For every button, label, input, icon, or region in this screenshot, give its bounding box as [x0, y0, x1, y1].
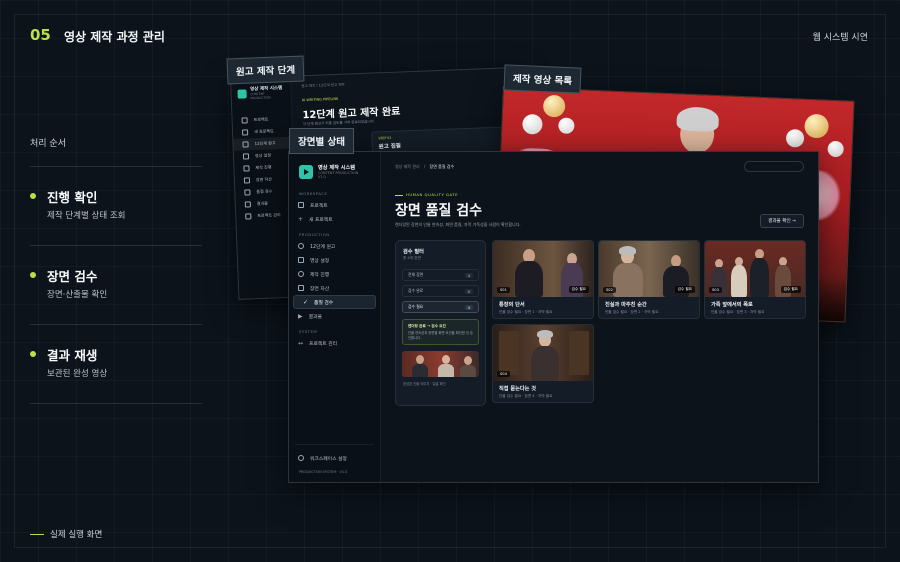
review-note: 렌더링 완료 → 검수 요건 인물 연속성과 장면별 화면 요건을 확인한 뒤 … — [402, 319, 479, 346]
page-desc: 렌더링된 장면의 인물 연속성, 화면 품질, 자막 가독성을 사람이 확인합니… — [395, 222, 521, 227]
sidebar-item-video-settings[interactable]: 영상 설정 — [289, 253, 380, 267]
eyebrow: HUMAN QUALITY GATE — [395, 192, 458, 197]
scene-meta: 인물 검수 필요 · 장면 3 · 자막 필요 — [711, 310, 765, 314]
sidebar-item-new-project[interactable]: + 새 프로젝트 — [289, 212, 380, 226]
section-number: 05 — [30, 26, 51, 44]
section-production: PRODUCTION — [299, 232, 330, 237]
process-step-1: 진행 확인 제작 단계별 상태 조회 — [30, 187, 202, 227]
sidebar: 영상 제작 시스템 CONTENT PRODUCTION V1.0 WORKSP… — [289, 152, 381, 482]
grid-icon — [298, 202, 304, 208]
sidebar-item-script[interactable]: 12단계 원고 — [289, 239, 380, 253]
page-title: 12단계 원고 제작 완료 — [302, 106, 401, 122]
sidebar-item-progress[interactable]: 제작 진행 — [289, 267, 380, 281]
divider — [30, 403, 202, 404]
sidebar-item[interactable]: 프로젝트 관리 — [236, 209, 295, 223]
image-icon — [298, 285, 304, 291]
view-results-button[interactable]: 결과물 확인 → — [760, 214, 804, 228]
scene-card[interactable]: S01 검수 필요 통장의 단서 인물 검수 필요 · 장면 1 · 자막 필요 — [492, 240, 594, 319]
gear-icon — [298, 455, 304, 461]
progress-icon — [298, 271, 304, 277]
scene-thumbnail: S01 검수 필요 — [493, 241, 593, 297]
scene-thumbnail: S04 — [493, 325, 593, 381]
app-version: V1.0 — [318, 175, 326, 179]
step-desc: 보관된 완성 영상 — [47, 369, 108, 379]
footer-caption: 실제 실행 화면 — [30, 528, 102, 540]
process-step-3: 결과 재생 보관된 완성 영상 — [30, 345, 202, 385]
scene-card[interactable]: S03 검수 필요 가족 앞에서의 폭로 인물 검수 필요 · 장면 3 · 자… — [704, 240, 806, 319]
demo-label: 웹 시스템 시연 — [812, 33, 868, 43]
preview-caption: 완성본 인물 이미지 · 일괄 확인 — [403, 382, 446, 387]
sidebar-item-assets[interactable]: 장면 자산 — [289, 281, 380, 295]
filter-subtitle: 총 4개 장면 — [403, 256, 421, 260]
breadcrumb-item[interactable]: 영상 제작 관리 — [395, 164, 420, 169]
scene-title: 통장의 단서 — [499, 302, 525, 308]
step-desc: 제작 단계별 상태 조회 — [47, 211, 126, 221]
section-workspace: WORKSPACE — [299, 191, 328, 196]
section-title: 영상 제작 과정 관리 — [64, 30, 165, 44]
filter-option-done[interactable]: 검수 완료 0 — [402, 285, 479, 297]
step-title: 장면 검수 — [47, 269, 98, 284]
sidebar-item-project-admin[interactable]: ↔ 프로젝트 관리 — [289, 336, 380, 350]
page-title: 장면 품질 검수 — [395, 203, 483, 219]
section-system: SYSTEM — [299, 329, 318, 334]
divider — [30, 324, 202, 325]
filter-option-needed[interactable]: 검수 필요 4 — [402, 301, 479, 313]
plus-icon: + — [298, 215, 304, 223]
scene-meta: 인물 검수 필요 · 장면 2 · 자막 필요 — [605, 310, 659, 314]
system-version: PRODUCTION SYSTEM · V1.0 — [299, 470, 348, 474]
scene-status-label: 장면별 상태 — [289, 128, 355, 154]
footer-label: 실제 실행 화면 — [50, 530, 103, 540]
app-name: 영상 제작 시스템 — [318, 165, 356, 171]
step-desc: 장면·산출물 확인 — [47, 290, 108, 300]
eyebrow: AI WRITING PIPELINE — [301, 96, 339, 103]
draft-screenshot-label: 원고 제작 단계 — [226, 55, 305, 85]
divider — [30, 166, 202, 167]
process-label: 처리 순서 — [30, 139, 66, 149]
settings-icon — [298, 257, 304, 263]
bullet-dot — [30, 272, 36, 278]
bullet-dot — [30, 193, 36, 199]
scene-meta: 인물 검수 필요 · 장면 1 · 자막 필요 — [499, 310, 553, 314]
preview-image — [402, 351, 479, 378]
scene-card[interactable]: S04 직접 묻는다는 것 인물 검수 필요 · 장면 4 · 자막 필요 — [492, 324, 594, 403]
video-list-label: 제작 영상 목록 — [503, 64, 582, 94]
scene-thumbnail: S02 검수 필요 — [599, 241, 699, 297]
search-input[interactable] — [744, 161, 804, 172]
filter-option-all[interactable]: 전체 장면 4 — [402, 269, 479, 281]
breadcrumb: 원고 제작 / 12단계 원고 제작 — [301, 82, 345, 89]
process-step-2: 장면 검수 장면·산출물 확인 — [30, 266, 202, 306]
footer-line — [30, 533, 44, 536]
step-title: 결과 재생 — [47, 348, 98, 363]
arrow-icon: ↔ — [298, 339, 304, 347]
scene-title: 진실과 마주친 순간 — [605, 302, 647, 308]
workspace-settings-button[interactable]: 워크스페이스 설정 — [289, 451, 356, 465]
breadcrumb: 영상 제작 관리 / 장면 품질 검수 — [395, 164, 455, 169]
filter-panel: 검수 필터 총 4개 장면 전체 장면 4 검수 완료 0 검수 필요 4 렌더링 완… — [395, 240, 486, 406]
sidebar-item-quality-review[interactable]: ✓ 품질 검수 — [293, 295, 376, 309]
scene-title: 가족 앞에서의 폭로 — [711, 302, 753, 308]
sidebar-item-projects[interactable]: 프로젝트 — [289, 198, 380, 212]
check-icon: ✓ — [303, 298, 309, 306]
scene-thumbnail: S03 검수 필요 — [705, 241, 805, 297]
sidebar-item-results[interactable]: ▶ 결과물 — [289, 309, 380, 323]
play-icon: ▶ — [298, 312, 303, 320]
app-sub: CONTENT PRODUCTION — [250, 91, 271, 101]
scene-review-screenshot: 영상 제작 시스템 CONTENT PRODUCTION V1.0 WORKSP… — [288, 151, 819, 483]
document-icon — [298, 243, 304, 249]
filter-title: 검수 필터 — [403, 249, 424, 255]
scene-title: 직접 묻는다는 것 — [499, 386, 537, 392]
scene-card[interactable]: S02 검수 필요 진실과 마주친 순간 인물 검수 필요 · 장면 2 · 자… — [598, 240, 700, 319]
bullet-dot — [30, 351, 36, 357]
scene-meta: 인물 검수 필요 · 장면 4 · 자막 필요 — [499, 394, 553, 398]
step-title: 진행 확인 — [47, 190, 98, 205]
divider — [30, 245, 202, 246]
app-logo — [299, 164, 313, 179]
breadcrumb-current: 장면 품질 검수 — [429, 164, 455, 169]
